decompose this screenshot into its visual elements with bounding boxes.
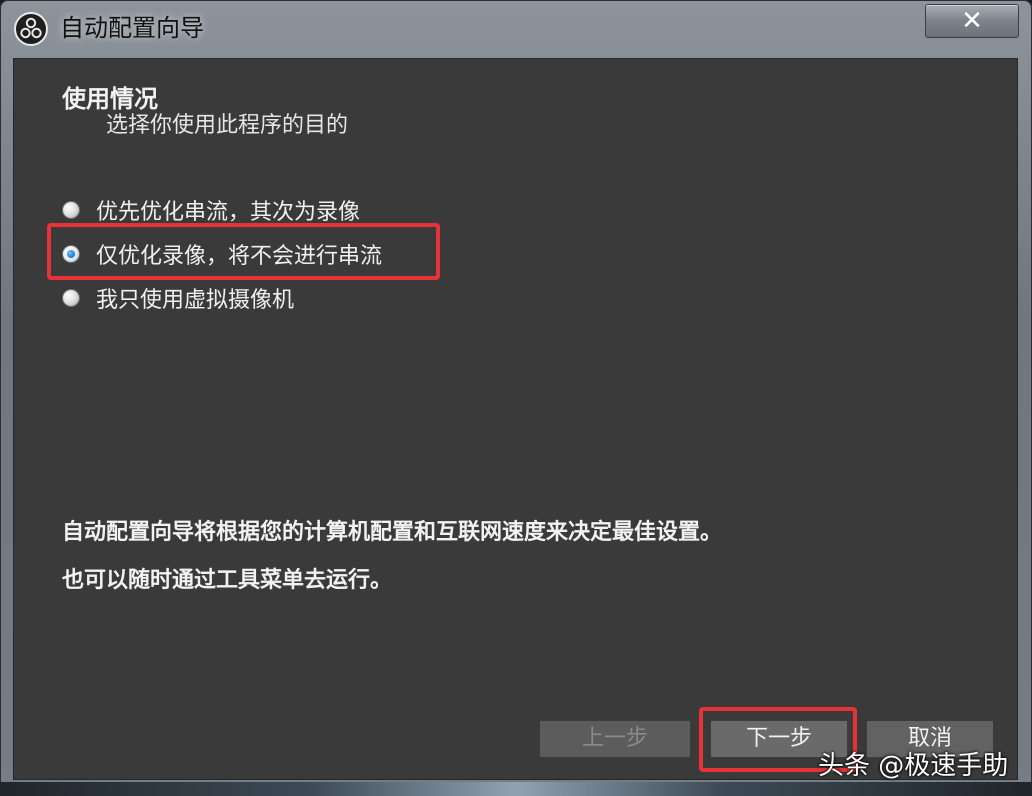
radio-option-virtual-camera[interactable]: 我只使用虚拟摄像机 — [62, 283, 294, 313]
window-bottom-border — [0, 782, 1032, 796]
watermark-text: 头条 @极速手助 — [818, 751, 1009, 781]
radio-button-icon[interactable] — [62, 289, 80, 307]
info-text-line-1: 自动配置向导将根据您的计算机配置和互联网速度来决定最佳设置。 — [62, 520, 723, 545]
radio-label: 优先优化串流，其次为录像 — [96, 200, 361, 225]
obs-logo-icon — [14, 12, 48, 46]
wizard-content: 使用情况 选择你使用此程序的目的 优先优化串流，其次为录像 仅优化录像，将不会进… — [13, 58, 1018, 780]
section-subheading: 选择你使用此程序的目的 — [106, 113, 349, 138]
radio-button-selected-icon[interactable] — [62, 245, 80, 263]
radio-option-stream-first[interactable]: 优先优化串流，其次为录像 — [62, 195, 360, 225]
close-button[interactable]: ✕ — [925, 4, 1019, 38]
radio-label: 我只使用虚拟摄像机 — [96, 288, 295, 313]
radio-button-icon[interactable] — [62, 201, 80, 219]
title-bar[interactable]: 自动配置向导 ✕ — [0, 0, 1032, 56]
window-title: 自动配置向导 — [60, 14, 204, 42]
wizard-window: 自动配置向导 ✕ 使用情况 选择你使用此程序的目的 优先优化串流，其次为录像 仅… — [0, 0, 1032, 796]
previous-button[interactable]: 上一步 — [539, 720, 691, 758]
info-text-line-2: 也可以随时通过工具菜单去运行。 — [62, 568, 393, 593]
radio-option-recording-only[interactable]: 仅优化录像，将不会进行串流 — [62, 239, 382, 269]
radio-label: 仅优化录像，将不会进行串流 — [96, 244, 383, 269]
